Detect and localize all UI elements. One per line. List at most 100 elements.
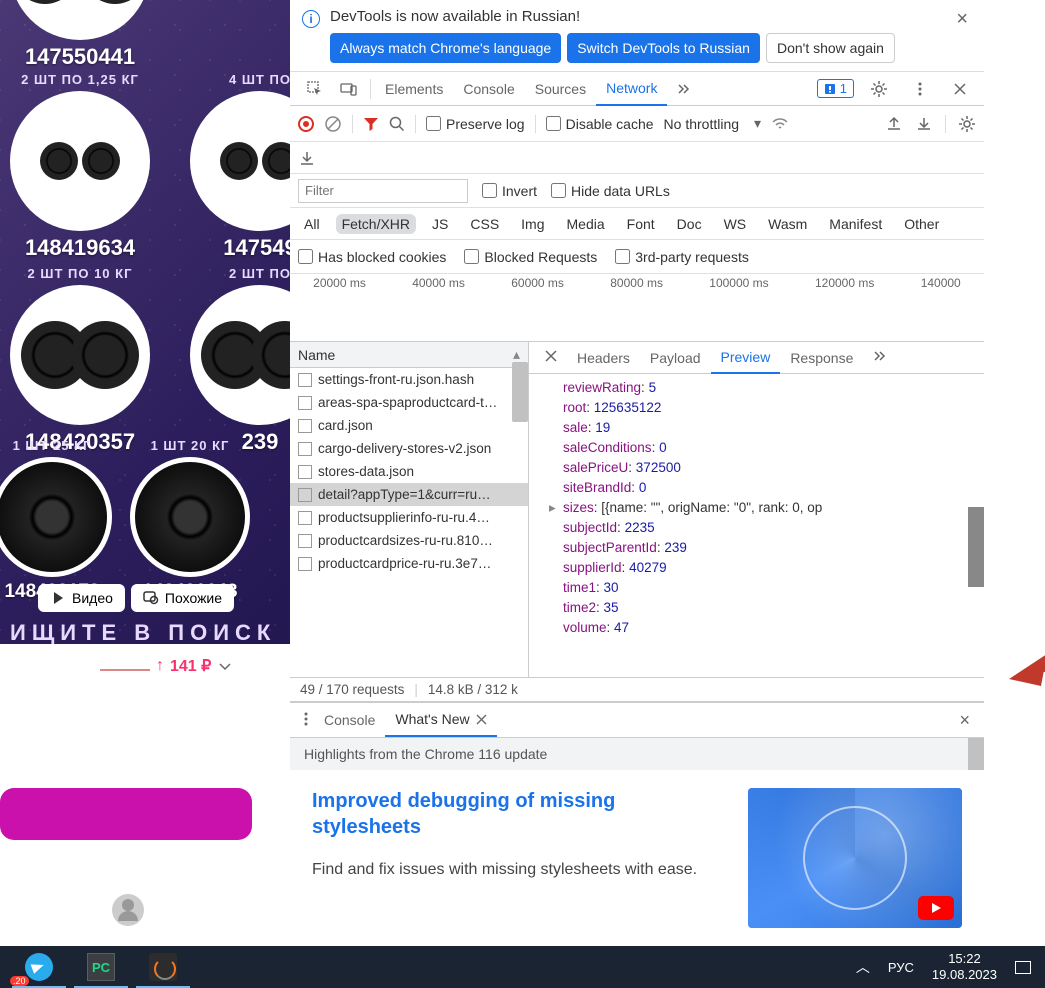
kebab-icon[interactable] [904,81,936,97]
json-preview[interactable]: reviewRating: 5root: 125635122sale: 19sa… [529,374,984,677]
tray-chevron-icon[interactable]: ︿ [856,957,870,977]
requests-list[interactable]: settings-front-ru.json.hashareas-spa-spa… [290,368,528,677]
taskbar-pycharm[interactable]: PC [70,946,132,988]
device-toggle-icon[interactable] [332,80,366,98]
whatsnew-title[interactable]: Improved debugging of missing stylesheet… [312,788,728,840]
scrollbar-thumb[interactable] [512,362,528,422]
filter-input[interactable] [298,179,468,203]
upload-icon[interactable] [885,115,903,133]
detail-scrollbar-thumb[interactable] [968,507,984,587]
buy-button[interactable] [0,788,252,840]
request-row[interactable]: cargo-delivery-stores-v2.json [290,437,528,460]
taskbar-telegram[interactable]: .20 [8,946,70,988]
type-manifest[interactable]: Manifest [823,214,888,234]
request-row[interactable]: productsupplierinfo-ru-ru.4… [290,506,528,529]
similar-button[interactable]: Похожие [131,584,234,612]
type-font[interactable]: Font [621,214,661,234]
requests-header[interactable]: Name ▴ [290,342,528,368]
type-img[interactable]: Img [515,214,550,234]
clear-icon[interactable] [324,115,342,133]
more-tabs-icon[interactable] [667,81,699,97]
json-line[interactable]: reviewRating: 5 [563,378,984,398]
hide-data-urls-checkbox[interactable]: Hide data URLs [551,183,670,199]
record-button[interactable] [298,116,314,132]
drawer-kebab-icon[interactable] [298,711,314,730]
request-row[interactable]: stores-data.json [290,460,528,483]
request-row[interactable]: productcardprice-ru-ru.3e7… [290,552,528,575]
more-dtabs-icon[interactable] [863,348,895,367]
type-other[interactable]: Other [898,214,945,234]
json-line[interactable]: root: 125635122 [563,398,984,418]
whatsnew-video-thumb[interactable] [748,788,962,928]
wifi-icon[interactable] [771,115,789,133]
tab-sources[interactable]: Sources [525,72,596,106]
json-line[interactable]: ▸sizes: [{name: "", origName: "0", rank:… [563,498,984,518]
switch-russian-button[interactable]: Switch DevTools to Russian [567,33,760,63]
type-css[interactable]: CSS [464,214,505,234]
throttling-select[interactable]: No throttling▾ [664,115,762,132]
dtab-preview[interactable]: Preview [711,342,781,374]
download-icon[interactable] [915,115,933,133]
har-download-icon[interactable] [298,149,316,167]
third-party-checkbox[interactable]: 3rd-party requests [615,249,749,265]
close-detail-icon[interactable] [535,348,567,367]
chevron-down-icon[interactable] [217,658,233,674]
disable-cache-checkbox[interactable]: Disable cache [546,116,654,132]
avatar-icon[interactable] [112,894,144,926]
tab-network[interactable]: Network [596,72,667,106]
settings-icon[interactable] [862,80,896,98]
request-row[interactable]: card.json [290,414,528,437]
video-button[interactable]: Видео [38,584,125,612]
json-line[interactable]: salePriceU: 372500 [563,458,984,478]
type-all[interactable]: All [298,214,326,234]
invert-checkbox[interactable]: Invert [482,183,537,199]
type-doc[interactable]: Doc [671,214,708,234]
network-timeline[interactable]: 20000 ms40000 ms60000 ms80000 ms100000 m… [290,274,984,342]
json-line[interactable]: sale: 19 [563,418,984,438]
type-wasm[interactable]: Wasm [762,214,813,234]
drawer-tab-console[interactable]: Console [314,703,385,737]
product-label: 1 ШТ 20 КГ [130,438,250,453]
blocked-requests-checkbox[interactable]: Blocked Requests [464,249,597,265]
json-line[interactable]: subjectId: 2235 [563,518,984,538]
dont-show-button[interactable]: Don't show again [766,33,895,63]
request-row[interactable]: productcardsizes-ru-ru.810… [290,529,528,552]
json-line[interactable]: subjectParentId: 239 [563,538,984,558]
json-line[interactable]: supplierId: 40279 [563,558,984,578]
request-row[interactable]: settings-front-ru.json.hash [290,368,528,391]
dtab-headers[interactable]: Headers [567,342,640,374]
json-line[interactable]: siteBrandId: 0 [563,478,984,498]
tab-elements[interactable]: Elements [375,72,453,106]
issues-badge[interactable]: 1 [817,79,854,98]
blocked-cookies-checkbox[interactable]: Has blocked cookies [298,249,446,265]
request-row[interactable]: detail?appType=1&curr=ru… [290,483,528,506]
drawer-tab-whatsnew[interactable]: What's New [385,703,496,737]
match-language-button[interactable]: Always match Chrome's language [330,33,561,63]
tab-console[interactable]: Console [453,72,524,106]
close-devtools-icon[interactable] [944,81,976,97]
type-ws[interactable]: WS [718,214,753,234]
tray-clock[interactable]: 15:22 19.08.2023 [932,951,997,982]
filter-icon[interactable] [363,116,379,132]
close-tab-icon[interactable] [476,714,487,725]
request-row[interactable]: areas-spa-spaproductcard-t… [290,391,528,414]
inspect-icon[interactable] [298,80,332,98]
dtab-payload[interactable]: Payload [640,342,711,374]
json-line[interactable]: time1: 30 [563,578,984,598]
type-fetch[interactable]: Fetch/XHR [336,214,416,234]
close-icon[interactable]: × [952,8,972,31]
json-line[interactable]: saleConditions: 0 [563,438,984,458]
notifications-icon[interactable] [1015,961,1031,974]
json-line[interactable]: volume: 47 [563,618,984,638]
close-drawer-icon[interactable]: × [953,710,976,731]
taskbar-jupyter[interactable] [132,946,194,988]
tray-language[interactable]: РУС [888,960,914,975]
file-icon [298,442,312,456]
type-js[interactable]: JS [426,214,454,234]
network-settings-icon[interactable] [958,115,976,133]
json-line[interactable]: time2: 35 [563,598,984,618]
type-media[interactable]: Media [561,214,611,234]
preserve-log-checkbox[interactable]: Preserve log [426,116,525,132]
dtab-response[interactable]: Response [780,342,863,374]
search-icon[interactable] [389,116,405,132]
